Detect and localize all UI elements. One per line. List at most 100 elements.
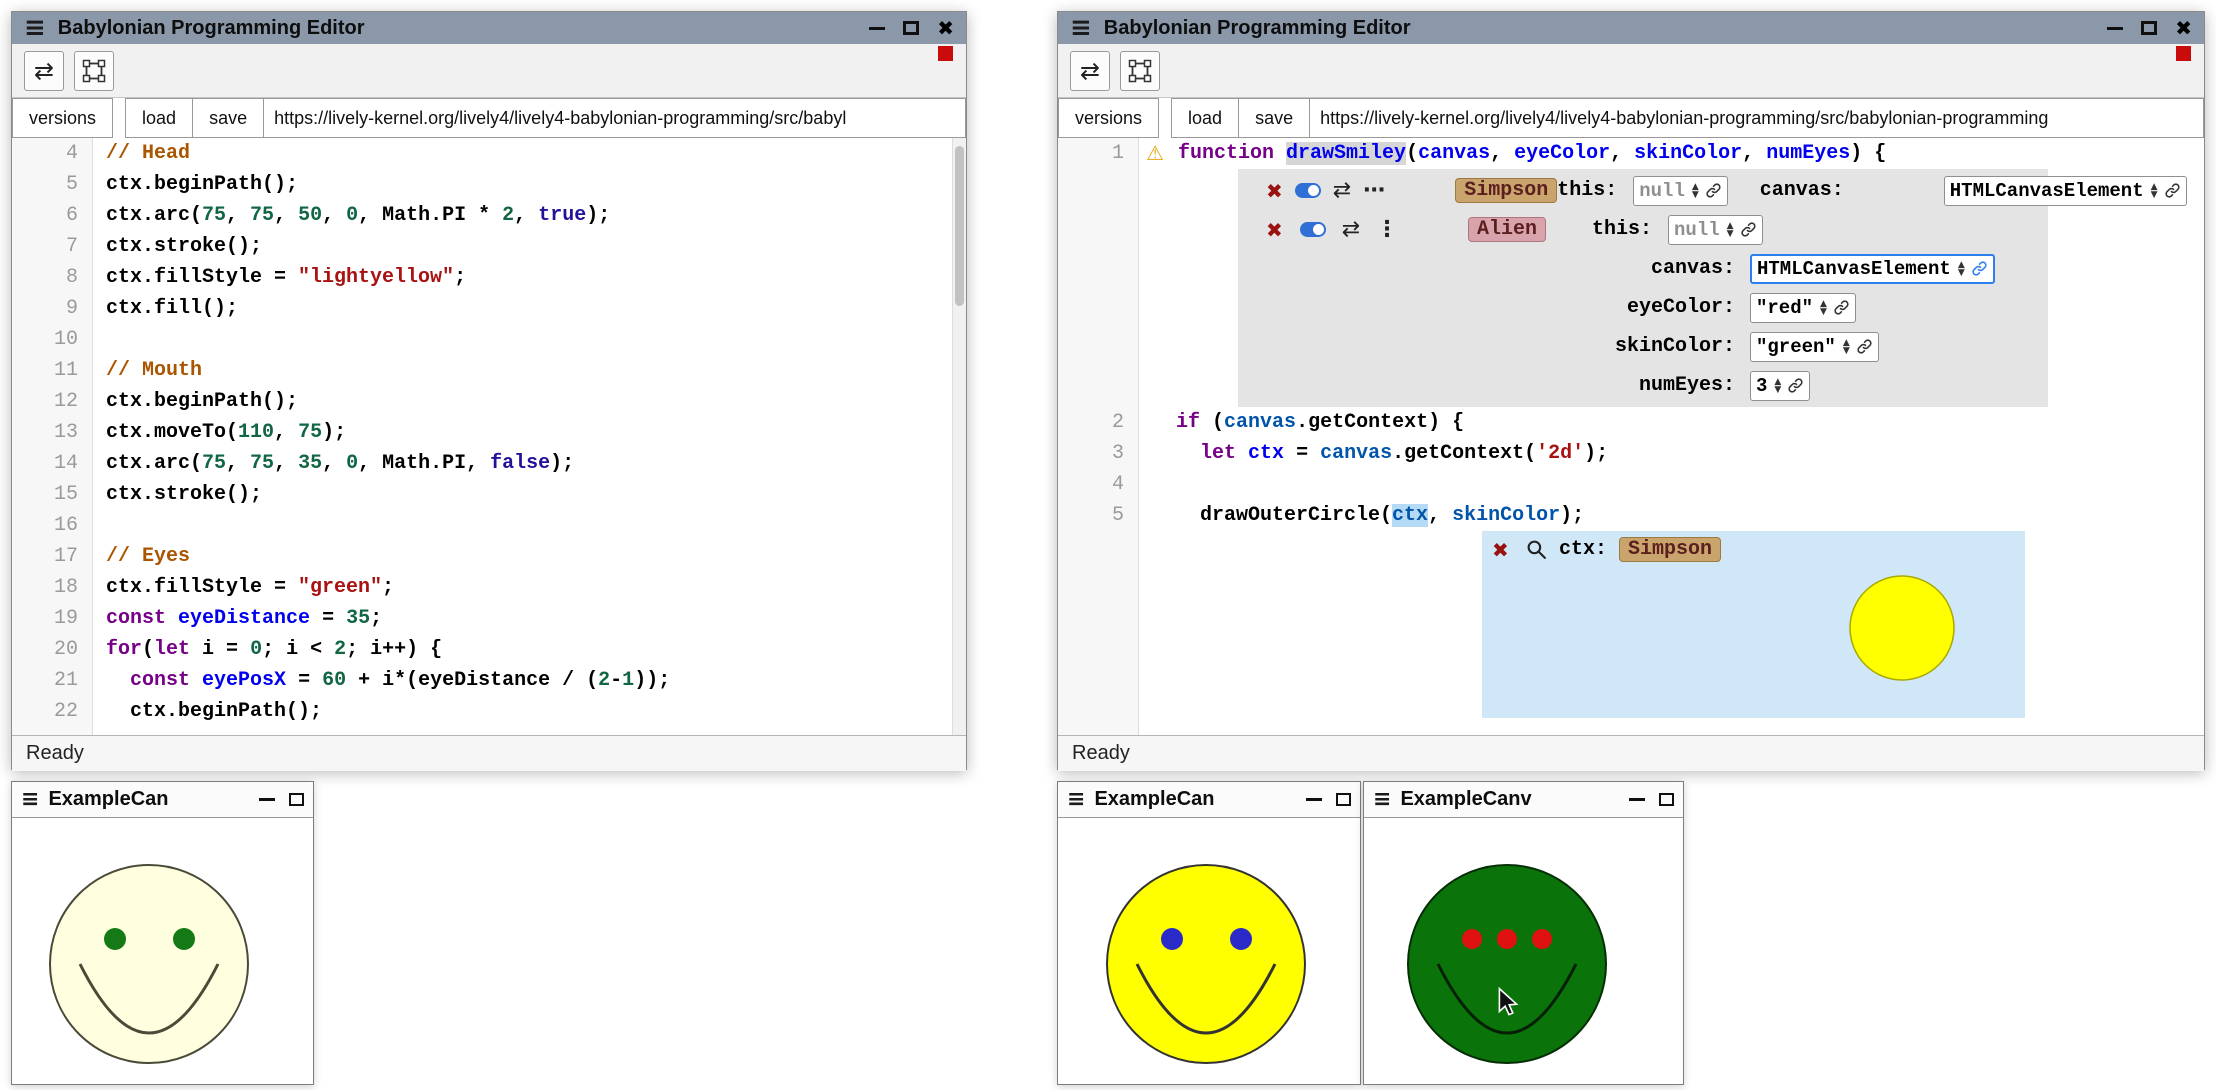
example-menu-icon[interactable]: ⋮ (1376, 217, 1398, 242)
titlebar[interactable]: ≡ ExampleCan (12, 782, 313, 818)
code-line[interactable]: 15ctx.stroke(); (12, 479, 966, 510)
link-icon[interactable] (1787, 377, 1804, 394)
delete-example-icon[interactable]: ✖ (1266, 179, 1283, 203)
hamburger-menu-icon[interactable]: ≡ (21, 789, 39, 811)
swap-arrows-button[interactable]: ⇄ (1070, 51, 1110, 91)
example-toggle[interactable] (1295, 183, 1321, 198)
value-box[interactable]: null▲▼ (1633, 176, 1728, 206)
hamburger-menu-icon[interactable]: ≡ (1373, 789, 1391, 811)
maximize-button[interactable] (1336, 793, 1351, 806)
titlebar[interactable]: ≡ ExampleCan (1058, 782, 1360, 818)
hamburger-menu-icon[interactable]: ≡ (1070, 15, 1092, 41)
code-line[interactable]: 14ctx.arc(75, 75, 35, 0, Math.PI, false)… (12, 448, 966, 479)
code-line[interactable]: 4// Head (12, 138, 966, 169)
delete-probe-icon[interactable]: ✖ (1492, 538, 1514, 562)
code-line[interactable]: 22 ctx.beginPath(); (12, 696, 966, 727)
code-editor[interactable]: 1⚠function drawSmiley(canvas, eyeColor, … (1058, 138, 2204, 735)
link-icon[interactable] (1740, 221, 1757, 238)
value-box[interactable]: 3▲▼ (1750, 371, 1810, 401)
hamburger-menu-icon[interactable]: ≡ (24, 15, 46, 41)
minimize-button[interactable] (259, 798, 275, 801)
versions-button[interactable]: versions (12, 98, 113, 138)
load-button[interactable]: load (125, 98, 193, 138)
code-line[interactable]: 1⚠function drawSmiley(canvas, eyeColor, … (1058, 138, 2204, 169)
maximize-button[interactable] (289, 793, 304, 806)
code-line[interactable]: 8ctx.fillStyle = "lightyellow"; (12, 262, 966, 293)
code-line[interactable]: 5 drawOuterCircle(ctx, skinColor); (1058, 500, 2204, 531)
code-line[interactable]: 11// Mouth (12, 355, 966, 386)
scrollbar[interactable] (952, 138, 966, 735)
code-line[interactable]: 10 (12, 324, 966, 355)
value-box[interactable]: "green"▲▼ (1750, 332, 1879, 362)
maximize-button[interactable] (1659, 793, 1674, 806)
trace-arrows-icon[interactable]: ⇄ (1333, 178, 1351, 203)
link-icon[interactable] (1833, 299, 1850, 316)
code-line[interactable]: 19const eyeDistance = 35; (12, 603, 966, 634)
canvas-content[interactable] (12, 818, 313, 1090)
hamburger-menu-icon[interactable]: ≡ (1067, 789, 1085, 811)
close-button[interactable]: ✖ (937, 18, 954, 38)
example-name-badge[interactable]: Simpson (1455, 178, 1557, 203)
close-button[interactable]: ✖ (2175, 18, 2192, 38)
save-button[interactable]: save (192, 98, 264, 138)
code-line[interactable]: 21 const eyePosX = 60 + i*(eyeDistance /… (12, 665, 966, 696)
stepper-icon[interactable]: ▲▼ (1692, 183, 1699, 199)
versions-button[interactable]: versions (1058, 98, 1159, 138)
canvas-content[interactable] (1058, 818, 1360, 1090)
load-button[interactable]: load (1171, 98, 1239, 138)
minimize-button[interactable] (1629, 798, 1645, 801)
titlebar[interactable]: ≡ ExampleCanv (1364, 782, 1683, 818)
minimize-button[interactable] (1306, 798, 1322, 801)
value-box[interactable]: HTMLCanvasElement▲▼ (1750, 254, 1995, 284)
code-line[interactable]: 20for(let i = 0; i < 2; i++) { (12, 634, 966, 665)
inspect-region-button[interactable] (74, 51, 114, 91)
link-icon[interactable] (1705, 182, 1722, 199)
trace-arrows-icon[interactable]: ⇄ (1338, 217, 1364, 242)
save-button[interactable]: save (1238, 98, 1310, 138)
canvas-content[interactable] (1364, 818, 1683, 1090)
link-icon[interactable] (1856, 338, 1873, 355)
code-line[interactable]: 6ctx.arc(75, 75, 50, 0, Math.PI * 2, tru… (12, 200, 966, 231)
example-toggle[interactable] (1300, 222, 1326, 237)
code-line[interactable]: 5ctx.beginPath(); (12, 169, 966, 200)
minimize-button[interactable] (2107, 27, 2123, 30)
swap-arrows-button[interactable]: ⇄ (24, 51, 64, 91)
stepper-icon[interactable]: ▲▼ (1727, 222, 1734, 238)
code-line[interactable]: 2 if (canvas.getContext) { (1058, 407, 2204, 438)
url-field[interactable]: https://lively-kernel.org/lively4/lively… (263, 98, 966, 138)
code-line[interactable]: 12ctx.beginPath(); (12, 386, 966, 417)
inspect-region-button[interactable] (1120, 51, 1160, 91)
magnifier-icon[interactable] (1526, 539, 1547, 560)
link-icon[interactable] (1971, 260, 1988, 277)
titlebar[interactable]: ≡ Babylonian Programming Editor ✖ (12, 12, 966, 44)
delete-example-icon[interactable]: ✖ (1266, 218, 1288, 242)
stepper-icon[interactable]: ▲▼ (1843, 339, 1850, 355)
stepper-icon[interactable]: ▲▼ (1958, 261, 1965, 277)
stepper-icon[interactable]: ▲▼ (2151, 183, 2158, 199)
link-icon[interactable] (2164, 182, 2181, 199)
value-box[interactable]: HTMLCanvasElement▲▼ (1944, 176, 2187, 206)
value-box[interactable]: null▲▼ (1668, 215, 1763, 245)
url-field[interactable]: https://lively-kernel.org/lively4/lively… (1309, 98, 2204, 138)
code-line[interactable]: 17// Eyes (12, 541, 966, 572)
code-line[interactable]: 16 (12, 510, 966, 541)
code-line[interactable]: 18ctx.fillStyle = "green"; (12, 572, 966, 603)
maximize-button[interactable] (2141, 21, 2157, 35)
probe-example-badge[interactable]: Simpson (1619, 537, 1721, 562)
code-line[interactable]: 9ctx.fill(); (12, 293, 966, 324)
example-name-badge[interactable]: Alien (1468, 217, 1546, 242)
scrollbar-thumb[interactable] (955, 146, 964, 306)
code-editor[interactable]: 4// Head5ctx.beginPath();6ctx.arc(75, 75… (12, 138, 966, 735)
titlebar[interactable]: ≡ Babylonian Programming Editor ✖ (1058, 12, 2204, 44)
maximize-button[interactable] (903, 21, 919, 35)
value-box[interactable]: "red"▲▼ (1750, 293, 1856, 323)
code-line[interactable]: 3 let ctx = canvas.getContext('2d'); (1058, 438, 2204, 469)
code-line[interactable]: 4 (1058, 469, 2204, 500)
warning-icon[interactable]: ⚠ (1146, 138, 1174, 169)
code-line[interactable]: 13ctx.moveTo(110, 75); (12, 417, 966, 448)
stepper-icon[interactable]: ▲▼ (1774, 378, 1781, 394)
example-menu-icon[interactable]: ⋯ (1363, 178, 1385, 203)
minimize-button[interactable] (869, 27, 885, 30)
code-line[interactable]: 7ctx.stroke(); (12, 231, 966, 262)
stepper-icon[interactable]: ▲▼ (1820, 300, 1827, 316)
